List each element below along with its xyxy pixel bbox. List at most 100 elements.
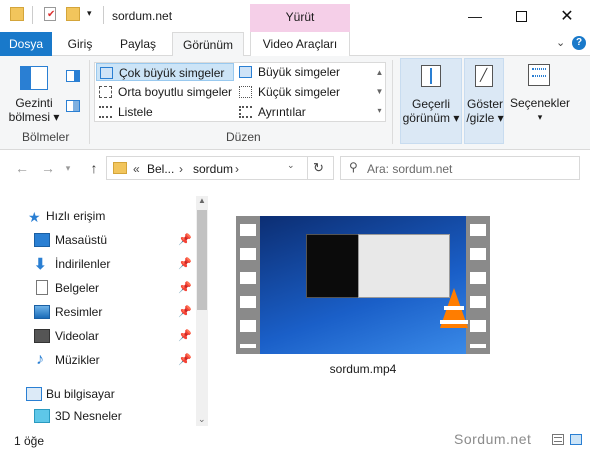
- layout-extra-large-icons[interactable]: Çok büyük simgeler: [96, 63, 234, 81]
- maximize-button[interactable]: [498, 0, 544, 32]
- close-button[interactable]: ✕: [544, 0, 590, 32]
- nav-label: Müzikler: [55, 353, 100, 367]
- breadcrumb-1[interactable]: Bel...: [147, 162, 174, 176]
- pin-icon[interactable]: 📌: [178, 348, 192, 372]
- layout-label: Küçük simgeler: [258, 85, 341, 99]
- tab-share[interactable]: Paylaş: [110, 32, 166, 56]
- refresh-icon[interactable]: ↻: [313, 160, 324, 176]
- nav-pictures[interactable]: Resimler 📌: [0, 300, 196, 324]
- ribbon: Gezinti bölmesi ▾ Bölmeler Çok büyük sim…: [0, 56, 590, 150]
- options-label: Seçenekler: [509, 96, 571, 110]
- scroll-down-icon[interactable]: ⌄: [198, 414, 206, 425]
- properties-icon[interactable]: ✔: [44, 7, 56, 21]
- window-title: sordum.net: [112, 9, 173, 23]
- search-box[interactable]: ⚲ Ara: sordum.net: [340, 156, 580, 180]
- nav-3d-objects[interactable]: 3D Nesneler: [0, 404, 196, 428]
- help-icon[interactable]: ?: [572, 36, 586, 50]
- new-folder-icon[interactable]: [66, 7, 80, 21]
- pin-icon[interactable]: 📌: [178, 300, 192, 324]
- layout-label: Orta boyutlu simgeler: [118, 85, 233, 99]
- pictures-icon: [34, 305, 50, 319]
- tab-video-tools[interactable]: Video Araçları: [250, 32, 350, 56]
- nav-desktop[interactable]: Masaüstü 📌: [0, 228, 196, 252]
- layout-label: Çok büyük simgeler: [119, 66, 225, 80]
- file-thumbnail[interactable]: [236, 216, 490, 354]
- current-view-label: Geçerli: [411, 97, 450, 111]
- navigation-pane-label: Gezinti: [15, 96, 53, 110]
- current-view-button[interactable]: Geçerli görünüm ▾: [400, 58, 462, 144]
- separator: [32, 6, 33, 24]
- up-button[interactable]: ↑: [84, 158, 104, 178]
- nav-scrollbar[interactable]: ▲ ⌄: [196, 196, 208, 426]
- gallery-scroll[interactable]: ▲ ▼ ▾: [374, 63, 385, 121]
- documents-icon: [36, 280, 48, 295]
- show-hide-button[interactable]: ╱ Göster /gizle ▾: [464, 58, 504, 144]
- pin-icon[interactable]: 📌: [178, 228, 192, 252]
- pin-icon[interactable]: 📌: [178, 324, 192, 348]
- ribbon-tabs: Dosya Giriş Paylaş Görünüm Video Araçlar…: [0, 32, 590, 57]
- layout-medium-icons[interactable]: Orta boyutlu simgeler: [96, 83, 234, 101]
- preview-pane-icon[interactable]: [66, 70, 80, 82]
- overflow-chevron[interactable]: «: [133, 162, 140, 176]
- nav-quick-access[interactable]: ★ Hızlı erişim: [0, 204, 196, 228]
- nav-label: Hızlı erişim: [46, 209, 106, 223]
- pin-icon[interactable]: 📌: [178, 276, 192, 300]
- large-icons-view-icon[interactable]: [570, 434, 582, 445]
- collapse-ribbon-icon[interactable]: ⌄: [556, 36, 565, 49]
- separator: [392, 60, 393, 144]
- customize-toolbar-icon[interactable]: ▾: [87, 8, 92, 19]
- medium-icons-icon: [99, 86, 112, 98]
- breadcrumb-separator[interactable]: ›: [235, 162, 239, 176]
- navigation-pane-button[interactable]: Gezinti bölmesi ▾: [8, 96, 60, 124]
- tab-home[interactable]: Giriş: [58, 32, 102, 56]
- tab-view[interactable]: Görünüm: [172, 32, 244, 57]
- nav-downloads[interactable]: ⬇ İndirilenler 📌: [0, 252, 196, 276]
- nav-label: İndirilenler: [55, 257, 111, 271]
- address-dropdown-icon[interactable]: ⌄: [287, 160, 295, 171]
- layout-small-icons[interactable]: Küçük simgeler: [236, 83, 376, 101]
- nav-documents[interactable]: Belgeler 📌: [0, 276, 196, 300]
- forward-button[interactable]: →: [38, 158, 58, 178]
- folder-icon: [113, 162, 127, 174]
- current-view-label-2: görünüm ▾: [402, 111, 460, 125]
- scroll-thumb[interactable]: [197, 210, 207, 310]
- layout-label: Ayrıntılar: [258, 105, 306, 119]
- navigation-pane-label-2: bölmesi ▾: [8, 110, 60, 124]
- vlc-cone-stripe: [444, 306, 464, 310]
- small-icons-icon: [239, 86, 252, 98]
- layout-large-icons[interactable]: Büyük simgeler: [236, 63, 376, 81]
- separator: [89, 60, 90, 144]
- nav-music[interactable]: ♪ Müzikler 📌: [0, 348, 196, 372]
- video-frame: [260, 216, 468, 354]
- back-button[interactable]: ←: [12, 158, 32, 178]
- details-pane-icon[interactable]: [66, 100, 80, 112]
- file-name[interactable]: sordum.mp4: [300, 362, 426, 376]
- separator: [103, 6, 104, 24]
- tab-file[interactable]: Dosya: [0, 32, 52, 56]
- nav-label: Belgeler: [55, 281, 100, 295]
- computer-icon: [26, 387, 42, 401]
- status-bar: 1 öğe Sordum.net: [0, 426, 590, 454]
- minimize-button[interactable]: —: [452, 0, 498, 32]
- pin-icon[interactable]: 📌: [178, 252, 192, 276]
- layout-details[interactable]: Ayrıntılar: [236, 103, 376, 121]
- navigation-pane-label-text: bölmesi: [8, 110, 50, 124]
- cube-icon: [34, 409, 50, 423]
- download-icon: ⬇: [34, 256, 47, 273]
- breadcrumb-separator[interactable]: ›: [179, 162, 183, 176]
- navigation-pane: ★ Hızlı erişim Masaüstü 📌 ⬇ İndirilenler…: [0, 196, 208, 426]
- breadcrumb-2[interactable]: sordum: [193, 162, 233, 176]
- scroll-up-icon[interactable]: ▲: [198, 196, 206, 205]
- layout-list[interactable]: Listele: [96, 103, 234, 121]
- show-hide-label-2: /gizle ▾: [466, 111, 504, 125]
- show-hide-label: Göster: [466, 97, 503, 111]
- group-layout-label: Düzen: [226, 130, 261, 144]
- nav-this-pc[interactable]: Bu bilgisayar: [0, 382, 196, 406]
- address-bar[interactable]: « Bel... › sordum › ⌄ ↻: [106, 156, 334, 180]
- folder-icon: [10, 7, 24, 21]
- details-view-icon[interactable]: [552, 434, 564, 445]
- options-button[interactable]: Seçenekler ▾: [508, 58, 572, 144]
- recent-locations-button[interactable]: ▾: [58, 158, 78, 178]
- details-icon: [239, 106, 252, 118]
- nav-videos[interactable]: Videolar 📌: [0, 324, 196, 348]
